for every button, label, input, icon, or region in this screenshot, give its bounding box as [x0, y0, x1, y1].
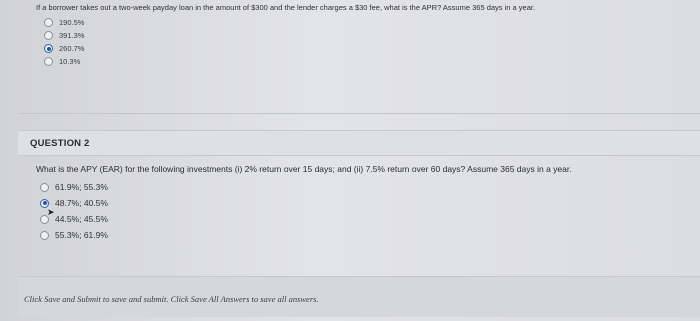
- mouse-cursor-icon: ➤: [47, 207, 55, 217]
- radio-button[interactable]: [40, 230, 49, 240]
- radio-button[interactable]: [44, 57, 53, 66]
- question-1: If a borrower takes out a two-week payda…: [36, 3, 696, 68]
- option-label: 48.7%; 40.5%: [55, 198, 108, 208]
- option-label: 10.3%: [59, 57, 81, 66]
- option-label: 61.9%; 55.3%: [55, 182, 108, 192]
- radio-button[interactable]: [44, 31, 53, 40]
- question-1-option[interactable]: 260.7%: [44, 42, 696, 55]
- question-2-header: QUESTION 2: [18, 130, 700, 156]
- divider: [18, 113, 700, 114]
- radio-button[interactable]: [40, 182, 49, 192]
- question-2-option[interactable]: 55.3%; 61.9%: [40, 227, 696, 243]
- option-label: 55.3%; 61.9%: [55, 230, 108, 240]
- option-label: 190.5%: [59, 18, 85, 27]
- question-1-option[interactable]: 190.5%: [44, 16, 696, 29]
- question-2-option[interactable]: 61.9%; 55.3%: [40, 179, 696, 195]
- question-1-option[interactable]: 10.3%: [44, 55, 696, 68]
- question-1-prompt: If a borrower takes out a two-week payda…: [36, 3, 536, 12]
- question-2-prompt: What is the APY (EAR) for the following …: [36, 164, 572, 174]
- option-label: 260.7%: [59, 44, 85, 53]
- footer-instructions: Click Save and Submit to save and submit…: [24, 294, 319, 304]
- footer: Click Save and Submit to save and submit…: [18, 276, 700, 317]
- question-2-option[interactable]: 44.5%; 45.5%: [40, 211, 696, 227]
- question-2: What is the APY (EAR) for the following …: [36, 164, 696, 243]
- option-label: 391.3%: [59, 31, 85, 40]
- question-1-option[interactable]: 391.3%: [44, 29, 696, 42]
- question-2-title: QUESTION 2: [30, 138, 90, 149]
- radio-button-selected[interactable]: [44, 44, 53, 53]
- option-label: 44.5%; 45.5%: [55, 214, 108, 224]
- radio-button[interactable]: [44, 18, 53, 27]
- question-2-option[interactable]: 48.7%; 40.5%: [40, 195, 696, 211]
- quiz-page: If a borrower takes out a two-week payda…: [0, 0, 700, 321]
